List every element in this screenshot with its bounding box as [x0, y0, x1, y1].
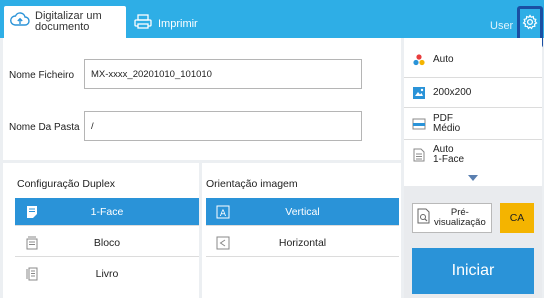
- duplex-panel: Configuração Duplex 1-Face Bloco Livro: [3, 163, 199, 298]
- tab-scan-label: Digitalizar um documento: [35, 10, 102, 33]
- orientation-option-horizontal[interactable]: Horizontal: [206, 229, 399, 257]
- setting-file-format-label: PDF Médio: [433, 112, 461, 134]
- tab-print-label: Imprimir: [158, 18, 198, 30]
- file-format-icon: [412, 117, 426, 131]
- setting-color-mode-label: Auto: [433, 53, 454, 65]
- cloud-upload-icon: [10, 11, 30, 33]
- gear-icon: [522, 14, 538, 35]
- scroll-down-button[interactable]: [404, 170, 542, 184]
- duplex-option-1-face[interactable]: 1-Face: [15, 198, 199, 226]
- duplex-option-label: 1-Face: [90, 205, 124, 218]
- orientation-option-label: Vertical: [285, 205, 320, 218]
- clear-all-button[interactable]: CA: [500, 203, 534, 233]
- duplex-title: Configuração Duplex: [17, 178, 116, 190]
- filename-label: Nome Ficheiro: [9, 70, 75, 81]
- orientation-title: Orientação imagem: [206, 178, 298, 190]
- setting-color-mode[interactable]: Auto: [404, 42, 542, 78]
- setting-original-size[interactable]: Auto 1-Face: [404, 140, 542, 170]
- clear-all-label: CA: [509, 212, 525, 224]
- top-bar: Digitalizar um documento Imprimir User: [0, 0, 544, 38]
- orientation-panel: Orientação imagem A Vertical Horizontal: [202, 163, 401, 298]
- printer-icon: [134, 14, 152, 34]
- setting-file-format[interactable]: PDF Médio: [404, 108, 542, 140]
- filename-input[interactable]: MX-xxxx_20201010_101010: [84, 59, 362, 89]
- quick-settings-panel: Auto 200x200 PDF Médio Auto 1-Face Pré- …: [404, 38, 542, 298]
- tab-scan-document[interactable]: Digitalizar um documento: [4, 6, 126, 38]
- folder-input[interactable]: /: [84, 111, 362, 141]
- folder-label: Nome Da Pasta: [9, 122, 80, 133]
- action-area: Pré- visualização CA Iniciar: [404, 186, 542, 298]
- file-settings-form: Nome Ficheiro MX-xxxx_20201010_101010 No…: [3, 38, 401, 160]
- tab-print[interactable]: Imprimir: [134, 14, 198, 34]
- setting-original-size-label: Auto 1-Face: [433, 144, 465, 165]
- start-label: Iniciar: [451, 262, 495, 279]
- resolution-icon: [412, 86, 426, 100]
- setting-resolution-label: 200x200: [433, 86, 472, 98]
- orientation-option-vertical[interactable]: A Vertical: [206, 198, 399, 226]
- chevron-down-icon: [468, 168, 478, 186]
- color-mode-icon: [412, 53, 426, 67]
- preview-label: Pré- visualização: [434, 207, 486, 228]
- magnifier-page-icon: [417, 208, 431, 229]
- duplex-option-livro[interactable]: Livro: [15, 260, 199, 288]
- filename-value: MX-xxxx_20201010_101010: [91, 68, 212, 80]
- original-size-icon: [412, 148, 426, 162]
- duplex-option-label: Livro: [95, 268, 119, 280]
- preview-button[interactable]: Pré- visualização: [412, 203, 492, 233]
- duplex-option-bloco[interactable]: Bloco: [15, 229, 199, 257]
- user-label[interactable]: User: [490, 20, 513, 32]
- scan-app-window: Digitalizar um documento Imprimir User N…: [0, 0, 544, 298]
- setting-resolution[interactable]: 200x200: [404, 78, 542, 108]
- duplex-option-label: Bloco: [93, 236, 121, 249]
- start-button[interactable]: Iniciar: [412, 248, 534, 294]
- orientation-option-label: Horizontal: [278, 236, 327, 249]
- folder-value: /: [91, 120, 94, 132]
